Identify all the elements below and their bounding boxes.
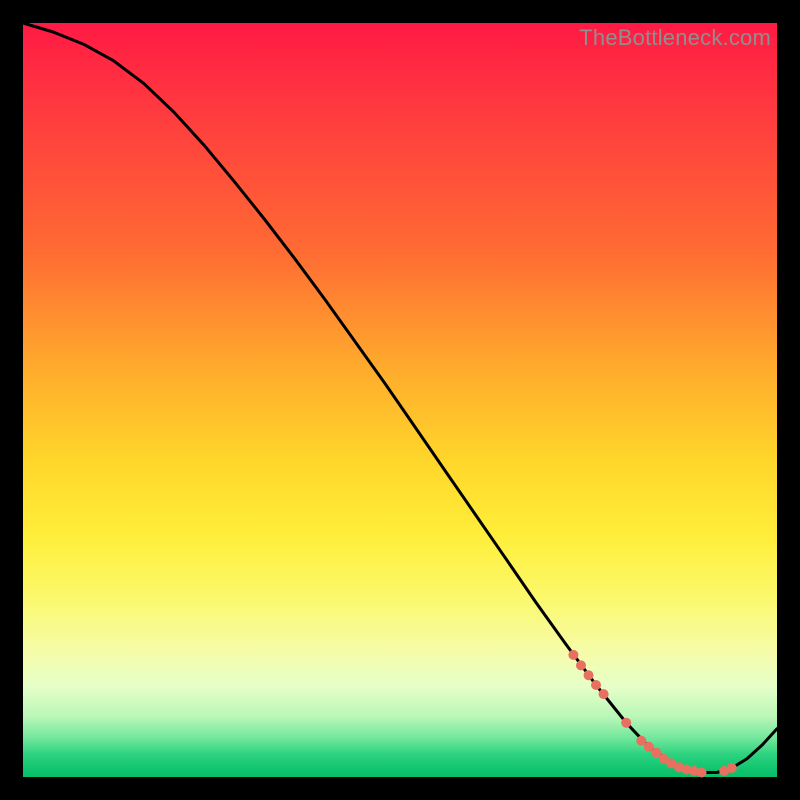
plot-area: TheBottleneck.com	[23, 23, 777, 777]
curve-marker	[727, 763, 737, 773]
curve-marker	[568, 650, 578, 660]
curve-svg	[23, 23, 777, 777]
curve-marker	[584, 670, 594, 680]
curve-marker	[591, 680, 601, 690]
curve-markers	[568, 650, 736, 778]
curve-marker	[576, 660, 586, 670]
curve-marker	[599, 689, 609, 699]
curve-marker	[621, 718, 631, 728]
bottleneck-curve	[23, 23, 777, 773]
curve-marker	[697, 768, 707, 778]
chart-frame: TheBottleneck.com	[0, 0, 800, 800]
